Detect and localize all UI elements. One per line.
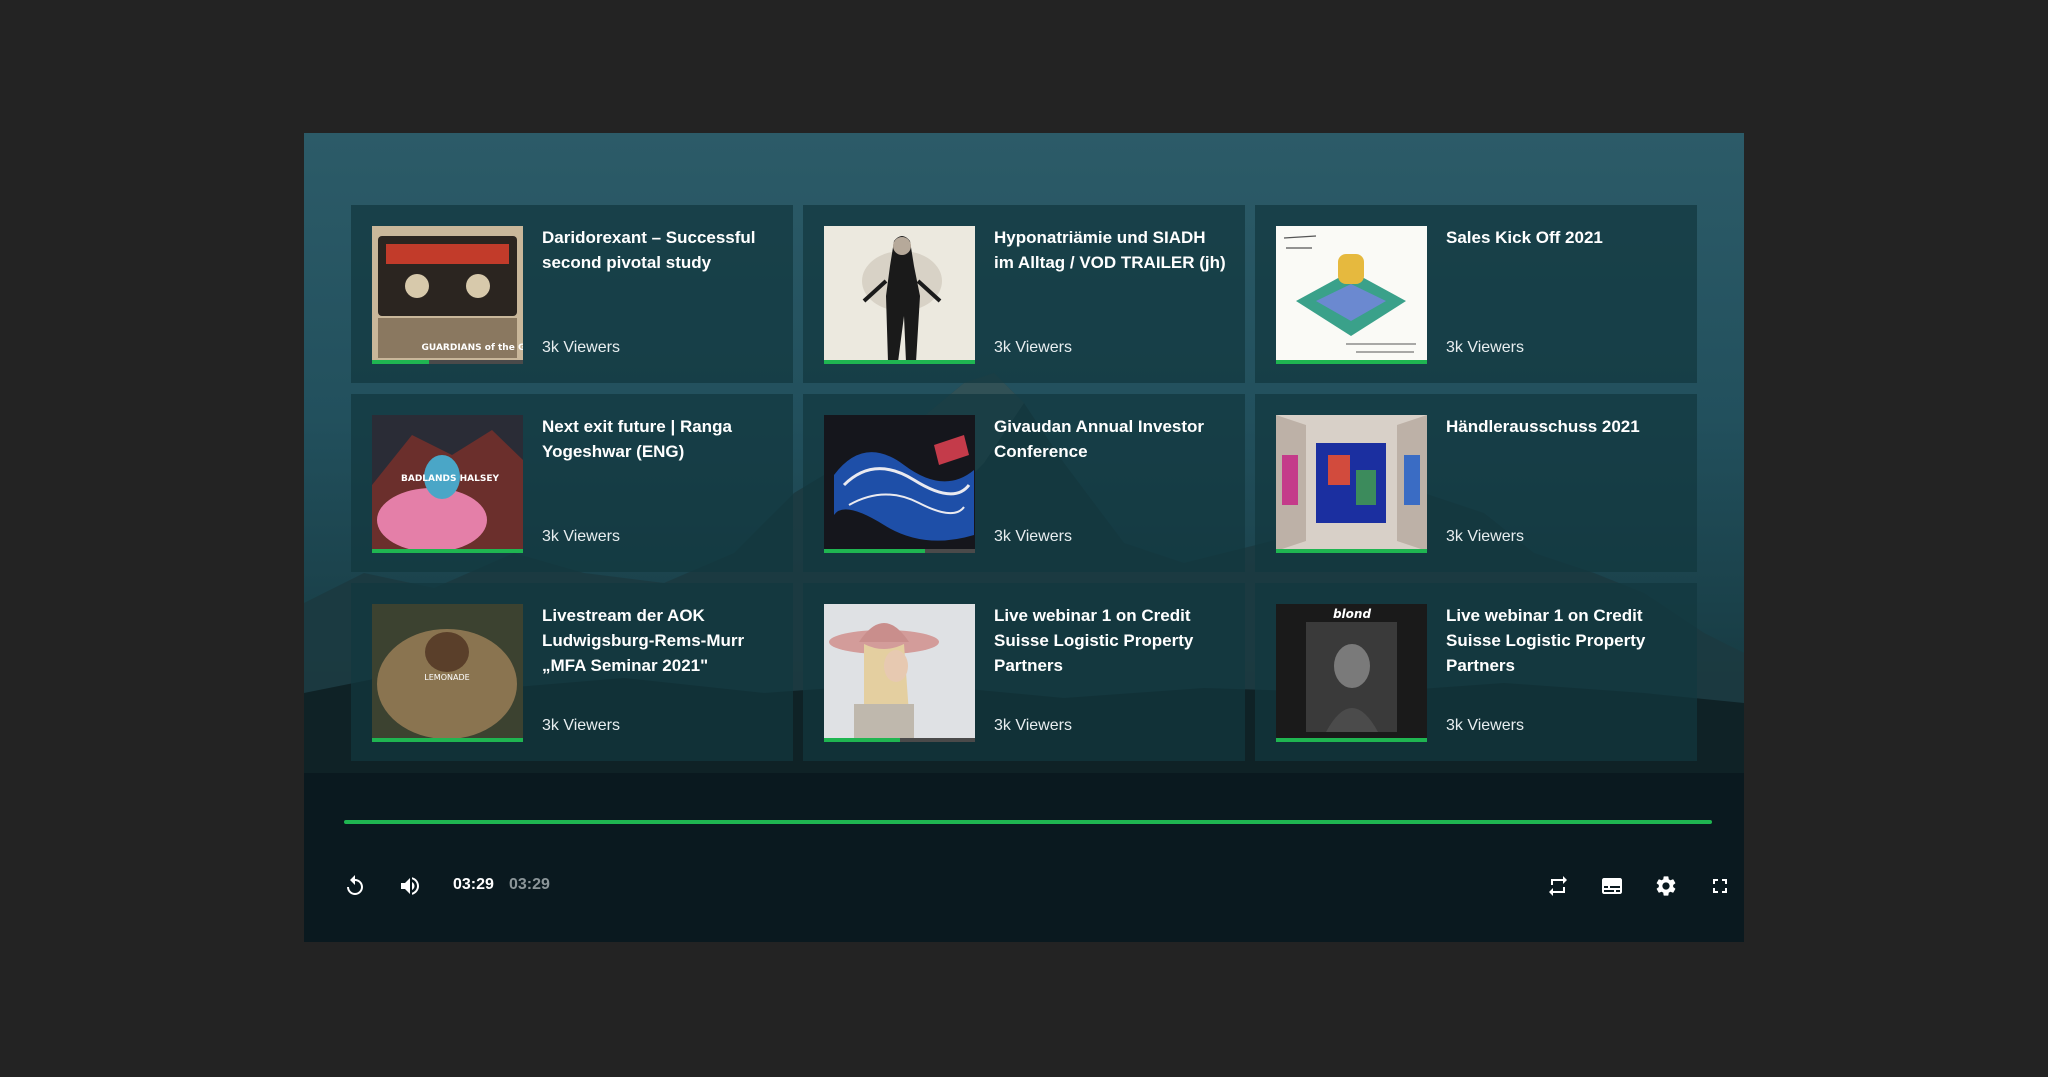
video-title[interactable]: Händlerausschuss 2021 — [1446, 414, 1678, 439]
video-card[interactable]: Hyponatriämie und SIADH im Alltag / VOD … — [803, 205, 1245, 383]
video-player[interactable]: GUARDIANS of the GALAXY Daridorexant – S… — [304, 133, 1744, 942]
watch-progress-bar — [824, 738, 975, 742]
watch-progress-bar — [824, 549, 975, 553]
video-title[interactable]: Next exit future | Ranga Yogeshwar (ENG) — [542, 414, 774, 464]
video-card[interactable]: GUARDIANS of the GALAXY Daridorexant – S… — [351, 205, 793, 383]
video-title[interactable]: Sales Kick Off 2021 — [1446, 225, 1678, 250]
video-card[interactable]: Händlerausschuss 2021 3k Viewers — [1255, 394, 1697, 572]
viewer-count: 3k Viewers — [994, 339, 1072, 356]
video-thumbnail — [1276, 226, 1427, 362]
thumb-label: blond — [1333, 607, 1371, 621]
watch-progress-bar — [372, 360, 523, 364]
viewer-count: 3k Viewers — [994, 528, 1072, 545]
video-title[interactable]: Daridorexant – Successful second pivotal… — [542, 225, 774, 275]
replay-button[interactable] — [335, 866, 375, 906]
watch-progress-bar — [1276, 360, 1427, 364]
video-title[interactable]: Livestream der AOK Ludwigsburg-Rems-Murr… — [542, 603, 774, 678]
video-card[interactable]: Live webinar 1 on Credit Suisse Logistic… — [803, 583, 1245, 761]
volume-icon — [401, 877, 419, 895]
video-title[interactable]: Hyponatriämie und SIADH im Alltag / VOD … — [994, 225, 1226, 275]
fullscreen-icon — [1713, 879, 1727, 893]
video-card[interactable]: Givaudan Annual Investor Conference 3k V… — [803, 394, 1245, 572]
viewer-count: 3k Viewers — [1446, 528, 1524, 545]
video-card[interactable]: BADLANDS HALSEY Next exit future | Ranga… — [351, 394, 793, 572]
watch-progress-bar — [372, 738, 523, 742]
loop-icon — [1549, 876, 1567, 896]
watch-progress-bar — [372, 549, 523, 553]
fullscreen-button[interactable] — [1700, 866, 1740, 906]
gear-icon — [1656, 876, 1676, 896]
video-card[interactable]: blond Live webinar 1 on Credit Suisse Lo… — [1255, 583, 1697, 761]
thumb-label: LEMONADE — [424, 673, 469, 682]
video-thumbnail — [824, 604, 975, 740]
watch-progress-bar — [1276, 549, 1427, 553]
viewer-count: 3k Viewers — [994, 717, 1072, 734]
watch-progress-bar — [1276, 738, 1427, 742]
settings-button[interactable] — [1646, 866, 1686, 906]
viewer-count: 3k Viewers — [542, 528, 620, 545]
video-thumbnail: GUARDIANS of the GALAXY — [372, 226, 523, 362]
replay-icon — [347, 875, 363, 895]
video-thumbnail: blond — [1276, 604, 1427, 740]
subtitles-button[interactable] — [1592, 866, 1632, 906]
watch-progress-bar — [824, 360, 975, 364]
viewer-count: 3k Viewers — [542, 339, 620, 356]
seek-bar[interactable] — [344, 820, 1712, 824]
video-thumbnail — [824, 226, 975, 362]
subtitles-icon — [1602, 878, 1622, 894]
thumb-label: BADLANDS HALSEY — [401, 474, 499, 484]
video-title[interactable]: Live webinar 1 on Credit Suisse Logistic… — [994, 603, 1226, 678]
viewer-count: 3k Viewers — [542, 717, 620, 734]
control-bar: 03:29 03:29 — [304, 866, 1744, 906]
viewer-count: 3k Viewers — [1446, 339, 1524, 356]
video-title[interactable]: Live webinar 1 on Credit Suisse Logistic… — [1446, 603, 1678, 678]
duration: 03:29 — [509, 876, 550, 893]
video-title[interactable]: Givaudan Annual Investor Conference — [994, 414, 1226, 464]
video-card[interactable]: LEMONADE Livestream der AOK Ludwigsburg-… — [351, 583, 793, 761]
video-thumbnail: LEMONADE — [372, 604, 523, 740]
video-thumbnail — [824, 415, 975, 551]
video-thumbnail: BADLANDS HALSEY — [372, 415, 523, 551]
viewer-count: 3k Viewers — [1446, 717, 1524, 734]
loop-button[interactable] — [1538, 866, 1578, 906]
video-card[interactable]: Sales Kick Off 2021 3k Viewers — [1255, 205, 1697, 383]
volume-button[interactable] — [390, 866, 430, 906]
current-time: 03:29 — [453, 876, 494, 893]
video-grid: GUARDIANS of the GALAXY Daridorexant – S… — [351, 205, 1697, 761]
video-thumbnail — [1276, 415, 1427, 551]
thumb-label: GUARDIANS of the GALAXY — [422, 343, 523, 353]
